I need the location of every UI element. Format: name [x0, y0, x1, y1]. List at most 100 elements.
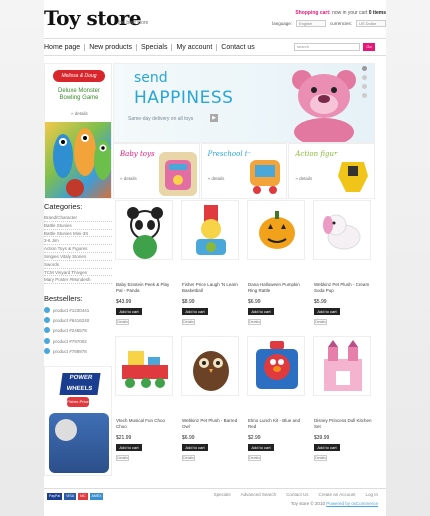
- product-image[interactable]: [115, 336, 173, 396]
- category-link[interactable]: Brand/Character: [44, 214, 112, 222]
- category-link[interactable]: Action Toys & Figures: [44, 245, 112, 253]
- bestseller-item[interactable]: product #246578: [44, 327, 112, 337]
- cart-label[interactable]: Shopping cart:: [295, 10, 330, 16]
- nav-home[interactable]: Home page: [44, 43, 86, 51]
- search-input[interactable]: search: [294, 43, 360, 51]
- preschool-toy-image: [246, 152, 285, 196]
- details-button[interactable]: Details: [182, 319, 195, 325]
- bestseller-item[interactable]: product #6416240: [44, 317, 112, 327]
- product-name[interactable]: Baby Einstein Peek & Play Pal - Panda: [116, 282, 174, 294]
- category-details-link[interactable]: » details: [208, 176, 225, 181]
- product-image[interactable]: [181, 336, 239, 396]
- product-name[interactable]: Elmo Lunch Kit - Blue and Red: [248, 418, 306, 430]
- details-button[interactable]: Details: [248, 455, 261, 461]
- slider-dot[interactable]: [362, 93, 367, 98]
- bestseller-link[interactable]: product #788978: [53, 348, 87, 358]
- category-link[interactable]: Mary Poster #Mondesh: [44, 276, 112, 285]
- footer-link-specials[interactable]: Specials: [214, 492, 231, 497]
- power-wheels-logo: POWER WHEELS: [59, 373, 101, 395]
- details-button[interactable]: Details: [182, 455, 195, 461]
- product-name[interactable]: Dana Halloween Pumpkin Ring Rattle: [248, 282, 306, 294]
- add-to-cart-button[interactable]: Add to cart: [182, 444, 208, 451]
- add-to-cart-button[interactable]: Add to cart: [116, 444, 142, 451]
- footer: PayPal VISA MC AMEX Specials Advanced Se…: [44, 488, 386, 516]
- product-card: Fisher Price Laugh 'N Learn Basketball $…: [179, 200, 241, 332]
- add-to-cart-button[interactable]: Add to cart: [248, 308, 274, 315]
- product-price: $39.99: [314, 435, 330, 441]
- details-button[interactable]: Details: [116, 455, 129, 461]
- product-name[interactable]: Vtech Musical Fun Choo Choo: [116, 418, 174, 430]
- search-go-button[interactable]: Go: [363, 43, 375, 51]
- details-button[interactable]: Details: [314, 455, 327, 461]
- promo-monster-bowling[interactable]: Melissa & Doug Deluxe Monster Bowling Ga…: [44, 63, 112, 199]
- category-link[interactable]: Singies Vitaly Stories: [44, 253, 112, 261]
- category-link[interactable]: 3-6 Jim: [44, 237, 112, 246]
- footer-link-log-in[interactable]: Log In: [365, 492, 378, 497]
- power-wheels-promo[interactable]: POWER WHEELS Fisher-Price: [44, 366, 112, 476]
- category-link[interactable]: Battle Stunies: [44, 222, 112, 230]
- product-image[interactable]: [313, 200, 371, 260]
- add-to-cart-button[interactable]: Add to cart: [248, 444, 274, 451]
- add-to-cart-button[interactable]: Add to cart: [182, 308, 208, 315]
- footer-link-create-account[interactable]: Create an Account: [318, 492, 355, 497]
- hero-arrow-icon[interactable]: ▶: [210, 114, 218, 122]
- product-image[interactable]: [247, 200, 305, 260]
- nav-specials[interactable]: Specials: [137, 43, 173, 51]
- nav-contact-us[interactable]: Contact us: [217, 44, 258, 51]
- language-select[interactable]: English: [295, 20, 326, 27]
- bestseller-item[interactable]: product #1230441: [44, 307, 112, 317]
- slider-dot[interactable]: [362, 66, 367, 71]
- slider-dot[interactable]: [362, 84, 367, 89]
- footer-link-contact-us[interactable]: Contact Us: [286, 492, 308, 497]
- visa-icon: VISA: [64, 493, 77, 500]
- powered-by-link[interactable]: Powered by osCommerce: [326, 501, 378, 506]
- category-preschool-toys[interactable]: Preschool toys » details: [200, 143, 288, 199]
- bestseller-item[interactable]: product #788978: [44, 347, 112, 358]
- nav-new-products[interactable]: New products: [85, 43, 137, 51]
- bestseller-link[interactable]: product #6416240: [53, 317, 89, 327]
- product-name[interactable]: Disney Princess Doll Kitchen Set: [314, 418, 372, 430]
- product-image[interactable]: [247, 336, 305, 396]
- details-button[interactable]: Details: [314, 319, 327, 325]
- nav-my-account[interactable]: My account: [172, 43, 218, 51]
- footer-links: Specials Advanced Search Contact Us Crea…: [214, 492, 378, 497]
- category-details-link[interactable]: » details: [295, 176, 312, 181]
- bullet-icon: [44, 327, 50, 334]
- product-image[interactable]: [181, 200, 239, 260]
- bestseller-link[interactable]: product #1230441: [53, 307, 89, 317]
- site-logo[interactable]: Toy store: [44, 6, 142, 30]
- bullet-icon: [44, 337, 50, 344]
- category-details-link[interactable]: » details: [120, 176, 137, 181]
- mastercard-icon: MC: [78, 493, 88, 500]
- bestsellers-title: Bestsellers:: [44, 294, 83, 303]
- currency-select[interactable]: US Dollar: [356, 20, 386, 27]
- category-baby-toys[interactable]: Baby toys » details: [113, 143, 200, 199]
- product-image[interactable]: [115, 200, 173, 260]
- product-image[interactable]: [313, 336, 371, 396]
- bestseller-link[interactable]: product #797002: [53, 338, 87, 348]
- paypal-icon: PayPal: [47, 493, 63, 500]
- category-link[interactable]: Swords: [44, 261, 112, 269]
- details-button[interactable]: Details: [248, 319, 261, 325]
- promo-details-link[interactable]: » details: [71, 111, 88, 116]
- cart-summary[interactable]: Shopping cart: now in your cart 0 items: [295, 10, 386, 16]
- category-action-figures[interactable]: Action figures » details: [288, 143, 376, 199]
- copyright-text: Toy store © 2010: [290, 501, 325, 506]
- bestseller-link[interactable]: product #246578: [53, 327, 87, 337]
- category-link[interactable]: Battle Stunies Mini-3S: [44, 230, 112, 238]
- bestseller-item[interactable]: product #797002: [44, 337, 112, 348]
- footer-link-advanced-search[interactable]: Advanced Search: [241, 492, 277, 497]
- categories-title: Categories:: [44, 202, 83, 211]
- add-to-cart-button[interactable]: Add to cart: [116, 308, 142, 315]
- promo-title: Deluxe Monster Bowling Game: [57, 88, 101, 101]
- product-name[interactable]: Fisher Price Laugh 'N Learn Basketball: [182, 282, 240, 294]
- add-to-cart-button[interactable]: Add to cart: [314, 308, 340, 315]
- slider-dot[interactable]: [362, 75, 367, 80]
- category-link[interactable]: TCM Vinyard Thivges: [44, 269, 112, 277]
- hero-banner[interactable]: send HAPPINESS Same-day delivery on all …: [113, 63, 375, 143]
- add-to-cart-button[interactable]: Add to cart: [314, 444, 340, 451]
- product-price: $5.99: [314, 299, 327, 305]
- product-name[interactable]: Webkinz Pet Plush - Barred Owl: [182, 418, 240, 430]
- details-button[interactable]: Details: [116, 319, 129, 325]
- product-name[interactable]: Webkinz Pet Plush - Cream Soda Pup: [314, 282, 372, 294]
